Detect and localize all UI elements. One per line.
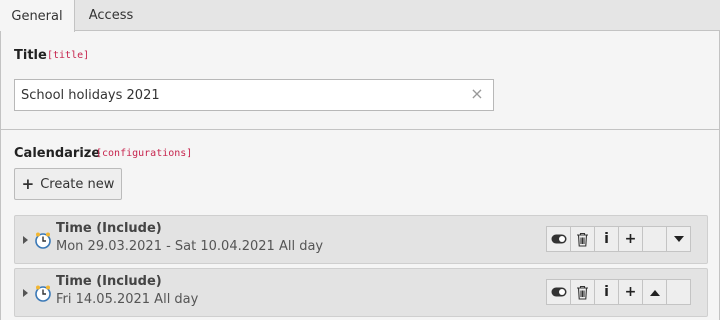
- create-new-label: Create new: [40, 176, 115, 192]
- toggle-icon[interactable]: [546, 279, 571, 305]
- plus-icon: +: [21, 174, 35, 193]
- empty-control: [642, 226, 667, 252]
- create-new-button[interactable]: + Create new: [14, 168, 122, 200]
- record-title: Time (Include): [56, 221, 162, 236]
- caret-right-icon[interactable]: [23, 289, 28, 297]
- tab-bar: General Access: [0, 0, 720, 32]
- info-icon[interactable]: i: [594, 279, 619, 305]
- clock-icon: [35, 232, 51, 249]
- plus-icon[interactable]: +: [618, 226, 643, 252]
- plus-icon[interactable]: +: [618, 279, 643, 305]
- title-input-wrapper: ×: [14, 79, 494, 111]
- toggle-icon[interactable]: [546, 226, 571, 252]
- calendarize-field-code: [configurations]: [96, 148, 193, 159]
- empty-control: [666, 279, 691, 305]
- trash-icon[interactable]: [570, 226, 595, 252]
- title-input[interactable]: [15, 80, 470, 110]
- info-icon[interactable]: i: [594, 226, 619, 252]
- title-field-code: [title]: [47, 50, 90, 61]
- trash-icon[interactable]: [570, 279, 595, 305]
- record-controls: i +: [546, 226, 691, 252]
- title-field-label: Title: [14, 48, 47, 63]
- clock-icon: [35, 285, 51, 302]
- inline-record: Time (Include) Mon 29.03.2021 - Sat 10.0…: [14, 215, 708, 264]
- tab-general[interactable]: General: [0, 0, 75, 32]
- arrow-down-icon[interactable]: [666, 226, 691, 252]
- calendarize-field-label: Calendarize: [14, 146, 101, 161]
- caret-right-icon[interactable]: [23, 236, 28, 244]
- inline-record: Time (Include) Fri 14.05.2021 All day i …: [14, 268, 708, 317]
- record-subtitle: Mon 29.03.2021 - Sat 10.04.2021 All day: [56, 239, 324, 254]
- record-controls: i +: [546, 279, 691, 305]
- section-divider: [1, 129, 719, 130]
- arrow-up-icon[interactable]: [642, 279, 667, 305]
- close-icon[interactable]: ×: [470, 86, 484, 102]
- form-content: Title [title] × Calendarize [configurati…: [0, 31, 720, 320]
- record-title: Time (Include): [56, 274, 162, 289]
- tab-access[interactable]: Access: [75, 0, 147, 31]
- record-subtitle: Fri 14.05.2021 All day: [56, 292, 199, 307]
